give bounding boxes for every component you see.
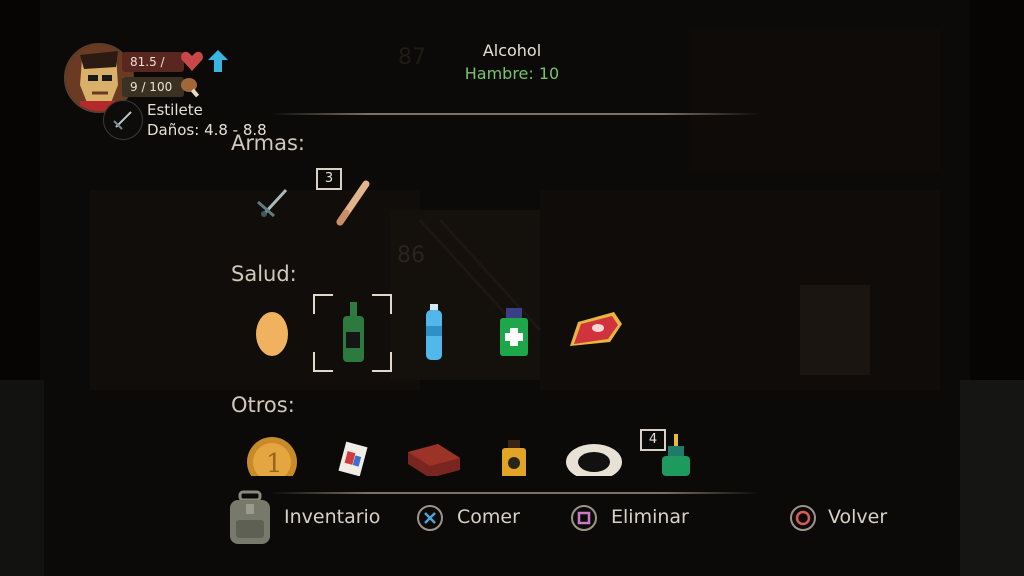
stiletto-icon: [113, 111, 132, 130]
top-divider: [270, 113, 760, 115]
inventory-slot-egg[interactable]: [242, 302, 302, 362]
circle-button-icon: [790, 505, 816, 531]
inventory-slot-medicine[interactable]: [484, 302, 544, 362]
eat-label: Comer: [457, 506, 520, 528]
water-bottle-icon: [426, 304, 442, 360]
egg-icon: [256, 312, 288, 356]
tape-roll-icon: [566, 444, 622, 476]
bat-count-badge: 3: [316, 168, 342, 190]
equipped-weapon-name: Estilete: [147, 101, 203, 119]
coin-icon: 1: [247, 437, 297, 476]
bottom-divider: [270, 492, 760, 494]
inventory-slot-stiletto[interactable]: [242, 172, 302, 232]
svg-text:1: 1: [266, 449, 283, 476]
equipped-weapon-slot: [103, 100, 143, 140]
back-label: Volver: [828, 506, 888, 528]
meat-icon: [570, 312, 622, 346]
inventory-slot-card[interactable]: [324, 430, 384, 476]
category-health: Salud:: [231, 262, 297, 286]
brick-icon: [408, 444, 460, 476]
selected-item-name: Alcohol: [482, 41, 542, 60]
stiletto-icon: [257, 188, 288, 218]
green-bottle-count-badge: 4: [640, 429, 666, 451]
medicine-bottle-icon: [500, 308, 528, 356]
inventory-slot-brick[interactable]: [404, 430, 464, 476]
category-other: Otros:: [231, 393, 295, 417]
inventory-slot-tape[interactable]: [564, 430, 624, 476]
poison-jar-icon: [502, 440, 526, 476]
cross-button-icon: [417, 505, 443, 531]
selected-item-stat: Hambre: 10: [464, 64, 560, 83]
background-number-86: 86: [397, 243, 425, 268]
backpack-icon: [230, 490, 270, 544]
inventory-slot-water-bottle[interactable]: [404, 302, 464, 362]
square-button-icon: [571, 505, 597, 531]
delete-label: Eliminar: [611, 506, 689, 528]
inventory-slot-poison[interactable]: [484, 430, 544, 476]
category-weapons: Armas:: [231, 131, 305, 155]
card-icon: [338, 441, 368, 476]
inventory-label: Inventario: [284, 506, 381, 528]
inventory-slot-coin[interactable]: 1: [242, 430, 302, 476]
inventory-slot-meat[interactable]: [564, 302, 624, 362]
